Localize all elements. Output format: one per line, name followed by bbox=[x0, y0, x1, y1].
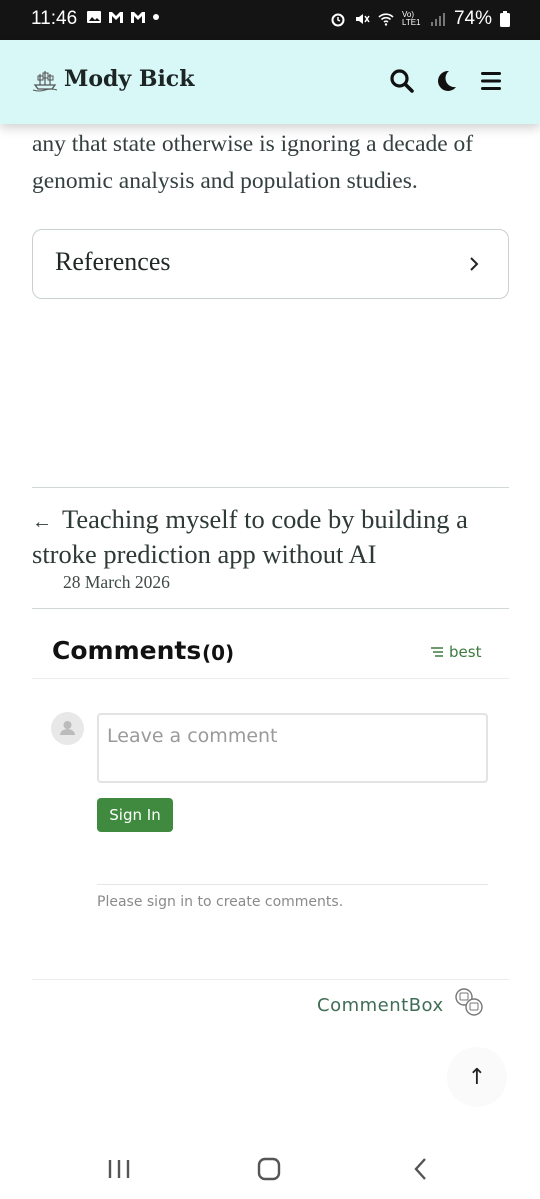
home-icon[interactable] bbox=[254, 1155, 284, 1183]
search-icon bbox=[390, 69, 414, 93]
menu-button[interactable] bbox=[476, 66, 506, 96]
dark-mode-toggle[interactable] bbox=[431, 66, 461, 96]
up-arrow-icon: ↑ bbox=[467, 1064, 487, 1090]
battery-percent: 74% bbox=[453, 8, 492, 29]
divider bbox=[32, 678, 509, 679]
status-bar: 11:46 Vo) LTE1 74% bbox=[0, 0, 540, 40]
search-button[interactable] bbox=[387, 66, 417, 96]
more-notifications-dot-icon bbox=[153, 14, 159, 20]
back-icon[interactable] bbox=[406, 1155, 436, 1183]
avatar bbox=[51, 712, 84, 745]
references-label: References bbox=[55, 247, 171, 276]
sign-in-note: Please sign in to create comments. bbox=[97, 894, 344, 910]
gmail-notification-icon bbox=[109, 12, 123, 23]
chevron-right-icon bbox=[470, 257, 479, 271]
user-avatar-icon bbox=[60, 721, 75, 735]
dark-mode-moon-icon bbox=[438, 70, 456, 91]
gallery-notification-icon bbox=[87, 11, 101, 23]
battery-icon bbox=[500, 11, 510, 27]
commentbox-brand-link[interactable]: CommentBox bbox=[317, 995, 444, 1016]
comments-heading: Comments bbox=[52, 636, 202, 665]
wifi-icon bbox=[378, 13, 394, 26]
sort-lines-icon bbox=[431, 647, 443, 657]
previous-post-title: Teaching myself to code by building a st… bbox=[32, 504, 468, 569]
site-header: Mody Bick bbox=[0, 40, 540, 124]
article-paragraph: any that state otherwise is ignoring a d… bbox=[32, 131, 474, 194]
notification-icons bbox=[86, 9, 160, 25]
signal-icon bbox=[430, 13, 445, 26]
previous-post-link[interactable]: ← Teaching myself to code by building a s… bbox=[32, 503, 512, 570]
references-accordion[interactable]: References bbox=[32, 229, 509, 299]
divider bbox=[32, 608, 509, 609]
status-time: 11:46 bbox=[31, 8, 78, 29]
sort-label: best bbox=[449, 643, 482, 661]
divider bbox=[32, 979, 509, 980]
system-icons: Vo) LTE1 74% bbox=[330, 8, 510, 30]
system-navigation-bar bbox=[0, 1139, 540, 1199]
sort-comments-button[interactable]: best bbox=[430, 643, 481, 661]
divider bbox=[32, 487, 509, 488]
comments-count: (0) bbox=[202, 641, 235, 665]
previous-post-date: 28 March 2026 bbox=[63, 572, 170, 592]
commentbox-logo-icon[interactable] bbox=[452, 986, 486, 1020]
menu-hamburger-icon bbox=[481, 72, 501, 90]
left-arrow-icon: ← bbox=[32, 511, 52, 533]
gmail-notification-icon-2 bbox=[131, 12, 145, 23]
divider bbox=[97, 884, 488, 885]
mute-icon bbox=[355, 14, 370, 24]
comment-input[interactable]: Leave a comment bbox=[97, 713, 488, 783]
site-brand[interactable]: Mody Bick bbox=[64, 66, 194, 92]
comment-placeholder: Leave a comment bbox=[107, 725, 278, 747]
sign-in-button[interactable]: Sign In bbox=[97, 798, 173, 832]
alarm-icon bbox=[331, 13, 345, 27]
network-label: Vo) LTE1 bbox=[401, 10, 421, 27]
recent-apps-icon[interactable] bbox=[104, 1155, 134, 1183]
back-to-top-button[interactable]: ↑ bbox=[447, 1047, 507, 1107]
ship-logo-icon[interactable] bbox=[32, 68, 58, 92]
